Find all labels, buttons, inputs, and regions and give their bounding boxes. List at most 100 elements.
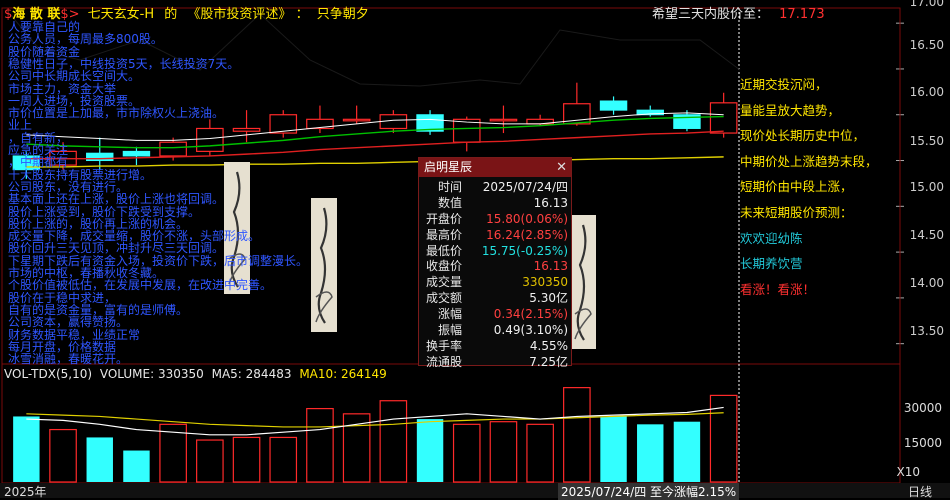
volume-bar-down (600, 416, 627, 482)
volume-bar-down (673, 421, 701, 482)
popup-row-label: 数值 (437, 195, 462, 210)
price-tick: 14.50 (909, 228, 944, 242)
volume-bar-down (416, 419, 444, 482)
volume-bar-up (49, 428, 77, 483)
popup-row: 最低价 15.75(-0.25%) (419, 244, 571, 260)
popup-row: 换手率 4.55% (419, 339, 571, 355)
price-tick: 15.50 (909, 134, 944, 148)
candle-body-down (599, 100, 628, 111)
forecast: 希望三天内股价至： 17.173 (652, 3, 825, 22)
annotation-line: 现价处长期历史中位， (740, 128, 866, 144)
volume-bar-up (489, 421, 518, 483)
volume-value: VOLUME: 330350 (99, 367, 204, 381)
volume-bar-up (196, 439, 224, 483)
popup-row-value: 16.13 (533, 195, 568, 210)
candle-body-up (196, 127, 224, 152)
popup-row-value: 7.25亿 (529, 354, 568, 369)
popup-row-label: 振幅 (437, 323, 462, 338)
annotation-line: 未来短期股价预测： (740, 205, 853, 220)
popup-row-label: 开盘价 (425, 211, 462, 226)
volume-bar-up (306, 407, 334, 483)
popup-row-value: 2025/07/24/四 (482, 180, 568, 194)
popup-row-value: 15.80(0.06%) (486, 211, 568, 226)
candle-body-up (489, 118, 518, 122)
forecast-value: 17.173 (779, 7, 825, 22)
volume-unit: X10 (896, 465, 921, 479)
price-tick: 13.50 (909, 324, 944, 338)
overlay-note-line: 冰雪消融，春暖花开。 (8, 352, 129, 367)
popup-row: 收盘价 16.13 (419, 259, 571, 275)
annotation-line: 量能呈放大趋势， (740, 102, 841, 118)
quote-popup[interactable]: 启明星辰 ✕ 时间 2025/07/24/四数值 16.13 开盘价 15.80(0.0… (418, 157, 572, 369)
forecast-label: 希望三天内股价至： (652, 7, 770, 22)
candle-body-up (709, 102, 738, 134)
volume-bar-up (526, 423, 554, 483)
popup-row-value: 5.30亿 (529, 291, 568, 306)
ma5-value: MA5: 284483 (211, 367, 292, 381)
volume-bar-down (86, 437, 113, 482)
period-label[interactable]: 日线 (908, 483, 932, 500)
author-name: 七天玄女-H (87, 7, 155, 22)
volume-indicator[interactable]: VOL-TDX(5,10) (4, 367, 92, 381)
popup-row-label: 最低价 (425, 243, 462, 258)
popup-row-label: 收盘价 (425, 259, 462, 274)
popup-row-value: 0.49(3.10%) (493, 323, 568, 338)
volume-bar-up (452, 423, 481, 483)
popup-row: 最高价 16.24(2.85%) (419, 228, 571, 244)
volume-bar-down (637, 424, 664, 482)
volume-bar-down (123, 450, 150, 482)
volume-tick: 30000 (903, 401, 942, 415)
annotation-line: 近期交投沉闷， (740, 77, 828, 92)
candle-body-up (159, 141, 187, 157)
close-icon[interactable]: ✕ (556, 158, 567, 177)
annotation-line: 短期价由中段上涨， (740, 179, 853, 195)
popup-header[interactable]: 启明星辰 ✕ (419, 158, 571, 177)
popup-row-label: 最高价 (425, 227, 462, 242)
volume-bar-up (269, 436, 298, 483)
volume-bar-up (379, 400, 408, 483)
popup-row: 成交额 5.30亿 (419, 291, 571, 307)
popup-rows: 时间 2025/07/24/四 数值 16.13 开盘价 15.80(0.06%) 最高价 1… (419, 177, 571, 371)
popup-row-value: 4.55% (529, 338, 568, 353)
popup-row-value: 15.75(-0.25%) (481, 243, 568, 258)
candle-body-up (342, 118, 371, 122)
time-axis-bar: 2025年 2025/07/24/四 至今涨幅2.15% 日线 (0, 483, 950, 500)
popup-row-label: 涨幅 (437, 307, 462, 322)
popup-row-value: 330350 (522, 275, 568, 290)
popup-row-value: 0.34(2.15%) (493, 307, 568, 322)
candle-body-down (86, 152, 114, 162)
popup-row-label: 成交额 (425, 291, 462, 306)
popup-row: 流通股 7.25亿 (419, 355, 571, 371)
popup-row: 数值 16.13 (419, 196, 571, 212)
of-word: 的 (164, 7, 178, 22)
candle-body-down (122, 150, 151, 157)
price-tick: 16.00 (909, 85, 944, 99)
motto: 只争朝夕 (316, 7, 369, 22)
price-tick: 14.00 (909, 276, 944, 290)
volume-bar-up (563, 387, 591, 483)
annotation-line: 看涨！看涨！ (740, 281, 816, 297)
volume-bar-up (232, 436, 261, 483)
popup-row-label: 成交量 (425, 275, 462, 290)
volume-bar-down (13, 416, 40, 482)
popup-row-value: 16.13 (533, 259, 568, 274)
year-label: 2025年 (4, 485, 47, 499)
popup-row: 时间 2025/07/24/四 (419, 180, 571, 196)
annotation-line: 长期养饮营 (740, 256, 803, 272)
popup-row: 振幅 0.49(3.10%) (419, 323, 571, 339)
popup-row: 成交量 330350 (419, 275, 571, 291)
title-colon: ： (295, 7, 309, 22)
volume-tick: 15000 (903, 436, 942, 450)
price-tick: 15.00 (909, 180, 944, 194)
popup-row-label: 时间 (437, 180, 462, 194)
candle-body-up (232, 127, 261, 132)
popup-row: 涨幅 0.34(2.15%) (419, 307, 571, 323)
popup-title: 启明星辰 (424, 160, 473, 174)
overlay-note-line: 市价位置是上加最，市市除权火上浇油。 (8, 106, 225, 121)
popup-row: 开盘价 15.80(0.06%) (419, 212, 571, 228)
price-tick: 16.50 (909, 38, 944, 52)
work-title: 《股市投资评述》 (187, 7, 292, 22)
volume-header: VOL-TDX(5,10) VOLUME: 330350 MA5: 284483… (4, 367, 387, 381)
popup-row-label: 流通股 (425, 354, 462, 369)
annotation-line: 中期价处上涨趋势末段， (740, 153, 878, 169)
